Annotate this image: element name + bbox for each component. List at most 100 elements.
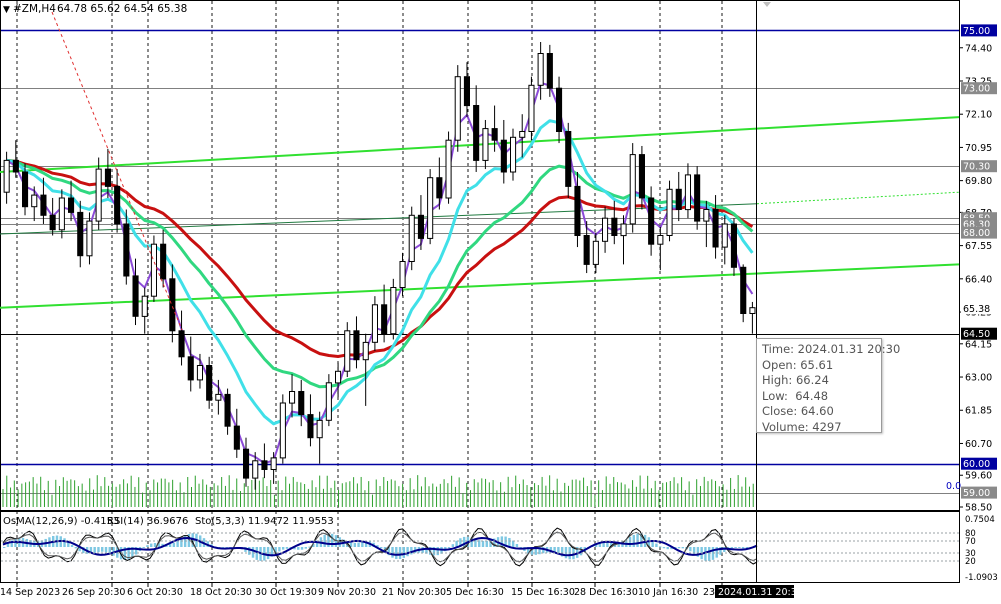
tooltip-low: Low: 64.48: [762, 388, 829, 403]
osma-bar: [738, 547, 741, 548]
osma-bar: [515, 544, 519, 547]
candle-body: [463, 76, 470, 107]
chart-symbol: #ZM,H4: [13, 3, 56, 15]
indicator-axis-label: -1.0903: [965, 573, 998, 583]
candle-body: [694, 174, 701, 222]
level-label: 59.00: [963, 488, 990, 499]
candle-body: [666, 188, 673, 237]
tooltip-time: Time: 2024.01.31 20:30: [762, 342, 901, 356]
candle-body: [325, 382, 332, 421]
time-tick-label: 10 Jan 16:30: [638, 587, 698, 598]
candle-body: [12, 159, 19, 173]
candle-body: [307, 414, 314, 439]
candle-body: [684, 174, 692, 211]
candle-body: [592, 240, 599, 265]
osma-bar: [451, 544, 455, 547]
indicator-axis-label: 70: [965, 537, 976, 547]
time-highlight-label: 2024.01.31 20:30: [718, 587, 803, 598]
candle-body: [114, 185, 121, 225]
candle-body: [417, 214, 424, 239]
sto-header: Sto(5,3,3) 11.9472 11.9553: [195, 516, 334, 527]
time-tick-label: 14 Sep 2023: [0, 587, 60, 598]
level-label: 70.30: [963, 162, 990, 173]
time-tick-label: 21 Nov 20:30: [382, 587, 446, 598]
time-tick-label: 5 Dec 16:30: [446, 587, 504, 598]
volume-zero-label: 0.0: [946, 481, 961, 492]
candle-body: [648, 197, 655, 245]
tooltip-close: Close: 64.60: [762, 404, 834, 419]
candle-body: [528, 84, 535, 133]
osma-bar: [508, 537, 511, 547]
candle-body: [537, 53, 544, 86]
time-tick-label: 23: [703, 587, 715, 598]
osma-bar: [658, 546, 662, 548]
candle-body: [703, 209, 710, 222]
osma-bar: [707, 547, 711, 561]
osma-bar: [93, 547, 96, 553]
price-tick-label: 61.85: [965, 406, 992, 417]
osma-bar: [300, 547, 304, 550]
indicator-axis-label: 0.7504: [965, 515, 995, 525]
candle-body: [390, 287, 397, 335]
osma-header: OsMA(12,26,9) -0.4153: [3, 516, 119, 527]
osma-bar: [338, 537, 341, 547]
osma-bar: [353, 542, 357, 547]
osma-bar: [330, 533, 334, 547]
tooltip-volume: Volume: 4297: [762, 419, 842, 434]
candle-body: [335, 370, 342, 384]
osma-bar: [142, 547, 145, 548]
candle-body: [261, 460, 268, 470]
osma-bar: [741, 547, 745, 549]
candle-body: [482, 128, 489, 161]
osma-bar: [391, 547, 394, 558]
osma-bar: [730, 547, 734, 549]
osma-bar: [278, 547, 281, 552]
price-tick-label: 67.55: [965, 241, 992, 252]
candle-body: [353, 330, 360, 361]
candle-body: [58, 197, 65, 231]
symbol-dropdown-icon[interactable]: ▼: [3, 5, 10, 15]
osma-bar: [150, 543, 153, 547]
osma-bar: [677, 547, 681, 549]
indicator-axis-label: 20: [965, 557, 976, 567]
candle-body: [344, 330, 351, 372]
price-tick-label: 66.40: [965, 274, 992, 285]
candle-body: [150, 243, 157, 297]
osma-bar: [74, 547, 78, 549]
candle-body: [31, 194, 38, 208]
price-tick-label: 58.50: [965, 503, 992, 514]
candle-body: [187, 356, 194, 381]
osma-bar: [63, 538, 66, 547]
osma-bar: [266, 547, 270, 560]
osma-bar: [357, 542, 360, 547]
price-tick-label: 72.10: [965, 110, 992, 121]
candle-body: [196, 365, 203, 381]
candle-body: [95, 168, 102, 222]
osma-bar: [511, 540, 515, 547]
candle-body: [3, 159, 10, 193]
price-chart[interactable]: 74.4073.2572.1070.9569.8068.7067.5566.40…: [0, 0, 1001, 600]
level-labels: 75.0073.0070.3068.5068.3068.0064.5060.00…: [961, 24, 997, 499]
osma-bar: [666, 547, 669, 550]
osma-bar: [153, 542, 157, 547]
price-tick-label: 59.60: [965, 471, 992, 482]
candle-body: [675, 188, 682, 211]
osma-bar: [297, 547, 300, 550]
osma-bar: [285, 547, 289, 549]
time-tick-label: 18 Oct 20:30: [190, 587, 252, 598]
candle-body: [279, 402, 286, 459]
price-tick-label: 74.40: [965, 43, 992, 54]
price-tick-label: 60.70: [965, 439, 992, 450]
candle-body: [427, 177, 434, 239]
candle-body: [224, 393, 231, 427]
candle-body: [123, 223, 130, 277]
candle-body: [454, 76, 461, 141]
candle-body: [68, 197, 75, 213]
candle-body: [104, 168, 112, 187]
candle-body: [657, 235, 664, 245]
current-price-label: 65.38: [963, 304, 990, 315]
candle-body: [519, 131, 526, 138]
candle-body: [252, 460, 259, 479]
candle-body: [611, 217, 618, 236]
price-tick-label: 70.95: [965, 143, 992, 154]
